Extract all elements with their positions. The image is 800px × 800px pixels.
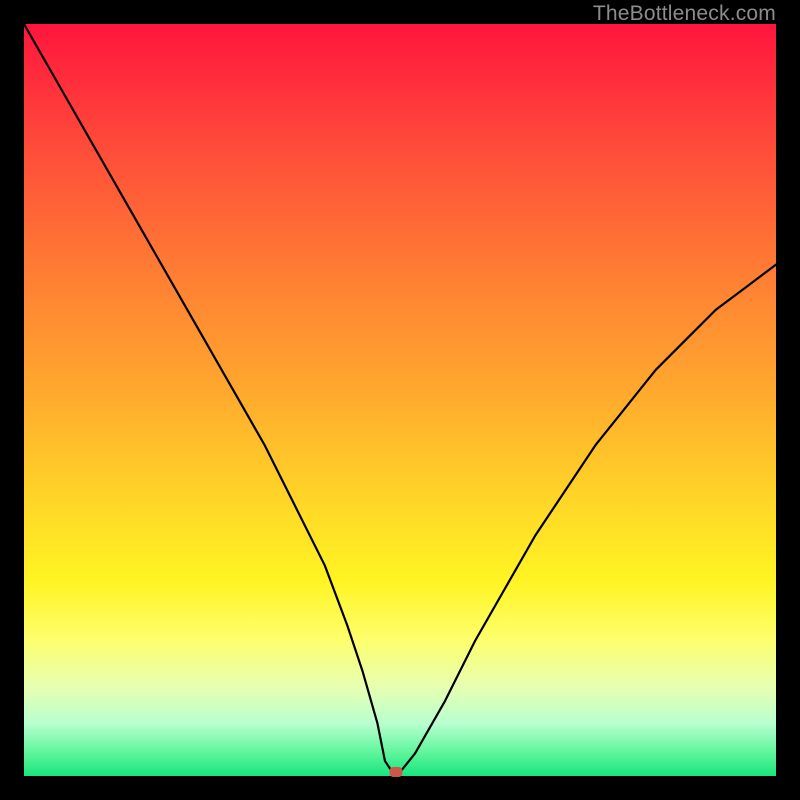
watermark-text: TheBottleneck.com: [593, 2, 776, 26]
chart-plot-area: [24, 24, 776, 776]
bottleneck-curve: [24, 24, 776, 772]
curve-svg: [24, 24, 776, 776]
chart-frame: TheBottleneck.com: [0, 0, 800, 800]
minimum-marker: [390, 767, 403, 777]
